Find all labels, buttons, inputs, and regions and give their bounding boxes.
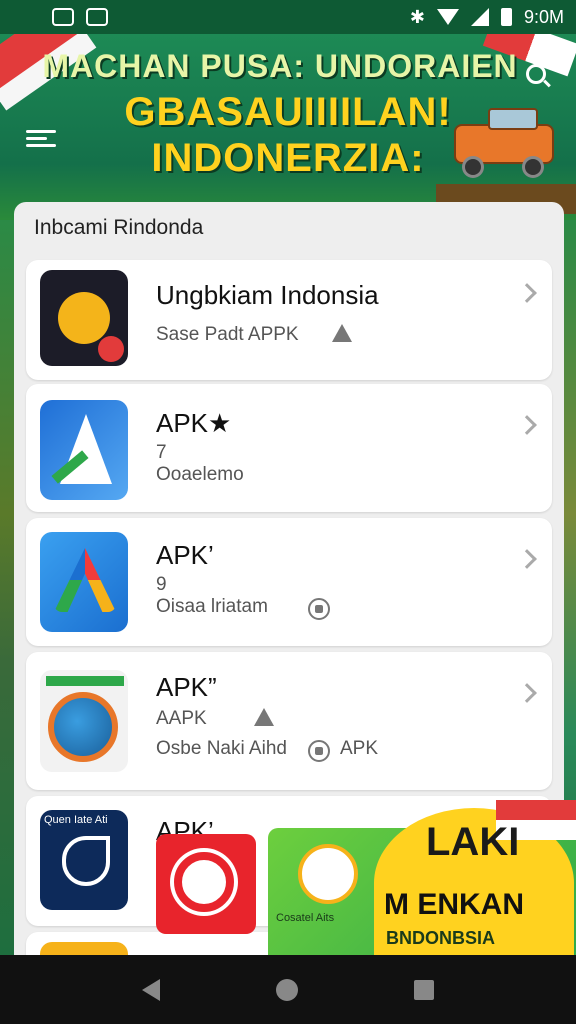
app-icon-globe [40,670,128,772]
search-icon [526,64,546,84]
app-subtitle: Sase Padt APPK [156,324,299,345]
menu-icon [26,130,56,133]
app-icon-a [40,400,128,500]
status-right: ✱ 9:0M [410,7,564,28]
wifi-icon [436,9,459,25]
app-icon-music: Quen Iate Ati [40,810,128,910]
recent-apps-icon[interactable] [414,979,434,1000]
warning-icon [332,324,352,342]
status-time: 9:0M [523,6,564,27]
truck-illustration [448,104,568,182]
play-badge-icon [98,336,124,362]
camera-notification-icon [86,8,108,26]
chevron-right-icon [517,415,537,435]
app-icon-a-multicolor [40,532,128,632]
mascot-icon [298,844,358,904]
app-name: APK’ [156,540,214,570]
app-list-item[interactable]: Ungbkiam Indonsia Sase Padt APPK [26,260,552,380]
chevron-right-icon [517,283,537,303]
back-icon[interactable] [142,978,160,1001]
truck-wheel-back [522,156,544,178]
bluetooth-icon: ✱ [409,6,425,27]
app-name: APK” [156,672,217,702]
chevron-right-icon [517,549,537,569]
app-subtitle: Ooaelemo [156,464,244,485]
header-banner: MACHAN PUSA: UNDORAIEN GBASAUIIIILAN! IN… [0,34,576,220]
download-badge-icon [308,598,330,620]
promo-title-2: M ENKAN [384,888,524,921]
app-icon-partial [40,942,128,955]
warning-icon [254,708,274,726]
promo-app-icon [156,834,256,934]
menu-button[interactable] [26,126,56,150]
banner-title-line1: MACHAN PUSA: UNDORAIEN [42,48,518,84]
globe-icon [48,692,118,762]
chat-bubble-icon [174,852,234,912]
app-icon-emoji [40,270,128,366]
signal-icon [470,8,489,26]
app-developer: Osbe Naki Aihd [156,738,287,759]
app-subtitle: Oisaa lriatam [156,596,268,617]
chevron-right-icon [517,683,537,703]
app-rating: 7 [156,442,167,463]
notification-icon [52,8,74,26]
side-decoration-left [0,220,14,955]
app-name: Ungbkiam Indonsia [156,280,379,310]
status-bar: ✱ 9:0M [0,0,576,34]
app-list-item[interactable]: APK★ 7 Ooaelemo [26,384,552,512]
search-button[interactable] [518,56,554,92]
system-nav-bar [0,955,576,1024]
app-tag: APK [340,738,379,759]
battery-icon [500,8,512,26]
music-note-icon [62,836,110,886]
promo-title: LAKI [426,820,520,864]
app-subtitle: AAPK [156,708,207,729]
promo-subtitle: Cosatel Aits [276,912,335,924]
truck-wheel-front [462,156,484,178]
smiley-face-icon [58,292,110,344]
panel-title: Inbcami Rindonda [34,216,204,239]
download-badge-icon [308,740,330,762]
app-rating: 9 [156,574,167,595]
icon-caption: Quen Iate Ati [44,814,108,826]
truck-window [488,108,538,130]
letter-a-icon [54,548,116,612]
app-name: APK★ [156,408,232,438]
promo-banner[interactable]: Cosatel Aits LAKI M ENKAN BNDONBSIA [156,800,576,960]
app-list-item[interactable]: APK” AAPK Osbe Naki Aihd APK [26,652,552,790]
promo-title-3: BNDONBSIA [386,928,496,948]
status-left [52,8,108,26]
home-icon[interactable] [276,978,298,1001]
app-list-item[interactable]: APK’ 9 Oisaa lriatam [26,518,552,646]
